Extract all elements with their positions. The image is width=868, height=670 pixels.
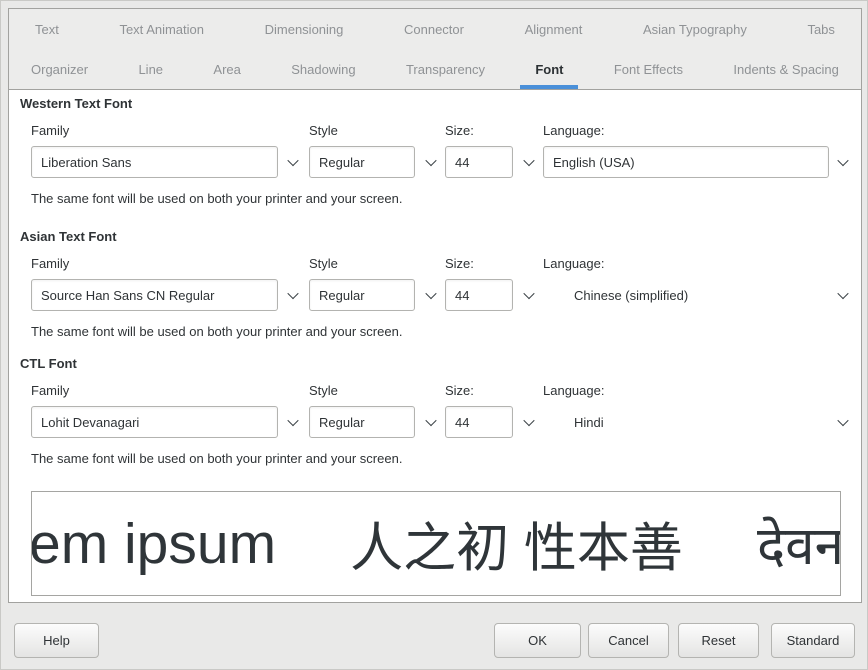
ctl-size-dropdown-button[interactable]	[517, 406, 541, 438]
size-label: Size:	[445, 123, 474, 138]
printer-screen-note: The same font will be used on both your …	[31, 324, 402, 339]
ctl-size-value: 44	[455, 415, 469, 430]
asian-family-combobox[interactable]: Source Han Sans CN Regular	[31, 279, 278, 311]
section-title: CTL Font	[20, 356, 77, 371]
asian-style-dropdown-button[interactable]	[419, 279, 443, 311]
tab-font-effects[interactable]: Font Effects	[614, 49, 683, 89]
tab-row-2: Organizer Line Area Shadowing Transparen…	[9, 49, 861, 89]
tab-asian-typography[interactable]: Asian Typography	[643, 9, 747, 49]
ctl-family-dropdown-button[interactable]	[281, 406, 305, 438]
chevron-down-icon	[425, 415, 436, 426]
tab-strip: Text Text Animation Dimensioning Connect…	[9, 9, 861, 90]
asian-language-dropdown-button[interactable]	[831, 279, 855, 311]
western-language-dropdown-button[interactable]	[831, 146, 855, 178]
dialog-panel: Text Text Animation Dimensioning Connect…	[8, 8, 862, 603]
western-family-value: Liberation Sans	[41, 155, 131, 170]
size-label: Size:	[445, 383, 474, 398]
western-language-combobox[interactable]: English (USA)	[543, 146, 829, 178]
help-button[interactable]: Help	[14, 623, 99, 658]
section-ctl-font: CTL Font Family Style Size: Language: Lo…	[9, 356, 861, 486]
printer-screen-note: The same font will be used on both your …	[31, 451, 402, 466]
western-style-combobox[interactable]: Regular	[309, 146, 415, 178]
character-dialog: Text Text Animation Dimensioning Connect…	[0, 0, 868, 670]
printer-screen-note: The same font will be used on both your …	[31, 191, 402, 206]
asian-family-dropdown-button[interactable]	[281, 279, 305, 311]
language-label: Language:	[543, 256, 604, 271]
chevron-down-icon	[287, 288, 298, 299]
section-title: Asian Text Font	[20, 229, 117, 244]
section-western-text-font: Western Text Font Family Style Size: Lan…	[9, 96, 861, 226]
ctl-style-dropdown-button[interactable]	[419, 406, 443, 438]
tab-area[interactable]: Area	[213, 49, 240, 89]
western-size-value: 44	[455, 155, 469, 170]
size-label: Size:	[445, 256, 474, 271]
asian-style-value: Regular	[319, 288, 365, 303]
style-label: Style	[309, 383, 338, 398]
tab-organizer[interactable]: Organizer	[31, 49, 88, 89]
tab-indents-spacing[interactable]: Indents & Spacing	[733, 49, 839, 89]
western-family-combobox[interactable]: Liberation Sans	[31, 146, 278, 178]
western-language-value: English (USA)	[553, 155, 635, 170]
font-tab-page: Western Text Font Family Style Size: Lan…	[9, 90, 861, 603]
ctl-language-value: Hindi	[574, 415, 604, 430]
tab-alignment[interactable]: Alignment	[525, 9, 583, 49]
family-label: Family	[31, 256, 69, 271]
tab-font[interactable]: Font	[535, 49, 563, 89]
section-title: Western Text Font	[20, 96, 132, 111]
family-label: Family	[31, 383, 69, 398]
preview-devanagari-text: देवन	[757, 507, 841, 580]
preview-latin-text: em ipsum	[31, 511, 276, 577]
chevron-down-icon	[287, 155, 298, 166]
ctl-language-dropdown[interactable]: Hindi	[574, 406, 604, 438]
ctl-size-combobox[interactable]: 44	[445, 406, 513, 438]
western-size-combobox[interactable]: 44	[445, 146, 513, 178]
reset-button[interactable]: Reset	[678, 623, 759, 658]
tab-text[interactable]: Text	[35, 9, 59, 49]
font-preview: em ipsum 人之初 性本善 देवन	[31, 491, 841, 596]
preview-cjk-text: 人之初 性本善	[350, 506, 683, 582]
asian-size-value: 44	[455, 288, 469, 303]
style-label: Style	[309, 123, 338, 138]
chevron-down-icon	[837, 415, 848, 426]
chevron-down-icon	[837, 155, 848, 166]
chevron-down-icon	[837, 288, 848, 299]
asian-style-combobox[interactable]: Regular	[309, 279, 415, 311]
tab-transparency[interactable]: Transparency	[406, 49, 485, 89]
cancel-button[interactable]: Cancel	[588, 623, 669, 658]
chevron-down-icon	[523, 288, 534, 299]
tab-tabs[interactable]: Tabs	[807, 9, 834, 49]
ctl-style-combobox[interactable]: Regular	[309, 406, 415, 438]
ctl-family-value: Lohit Devanagari	[41, 415, 139, 430]
standard-button[interactable]: Standard	[771, 623, 855, 658]
chevron-down-icon	[523, 155, 534, 166]
western-size-dropdown-button[interactable]	[517, 146, 541, 178]
chevron-down-icon	[523, 415, 534, 426]
asian-size-dropdown-button[interactable]	[517, 279, 541, 311]
asian-language-value: Chinese (simplified)	[574, 288, 688, 303]
ctl-language-dropdown-button[interactable]	[831, 406, 855, 438]
tab-connector[interactable]: Connector	[404, 9, 464, 49]
tab-row-1: Text Text Animation Dimensioning Connect…	[9, 9, 861, 49]
asian-size-combobox[interactable]: 44	[445, 279, 513, 311]
western-style-dropdown-button[interactable]	[419, 146, 443, 178]
tab-shadowing[interactable]: Shadowing	[291, 49, 355, 89]
chevron-down-icon	[425, 155, 436, 166]
language-label: Language:	[543, 383, 604, 398]
asian-family-value: Source Han Sans CN Regular	[41, 288, 214, 303]
ok-button[interactable]: OK	[494, 623, 581, 658]
tab-text-animation[interactable]: Text Animation	[119, 9, 204, 49]
tab-line[interactable]: Line	[138, 49, 163, 89]
chevron-down-icon	[287, 415, 298, 426]
style-label: Style	[309, 256, 338, 271]
ctl-family-combobox[interactable]: Lohit Devanagari	[31, 406, 278, 438]
ctl-style-value: Regular	[319, 415, 365, 430]
western-style-value: Regular	[319, 155, 365, 170]
tab-dimensioning[interactable]: Dimensioning	[265, 9, 344, 49]
language-label: Language:	[543, 123, 604, 138]
western-family-dropdown-button[interactable]	[281, 146, 305, 178]
chevron-down-icon	[425, 288, 436, 299]
section-asian-text-font: Asian Text Font Family Style Size: Langu…	[9, 229, 861, 359]
family-label: Family	[31, 123, 69, 138]
asian-language-dropdown[interactable]: Chinese (simplified)	[574, 279, 688, 311]
